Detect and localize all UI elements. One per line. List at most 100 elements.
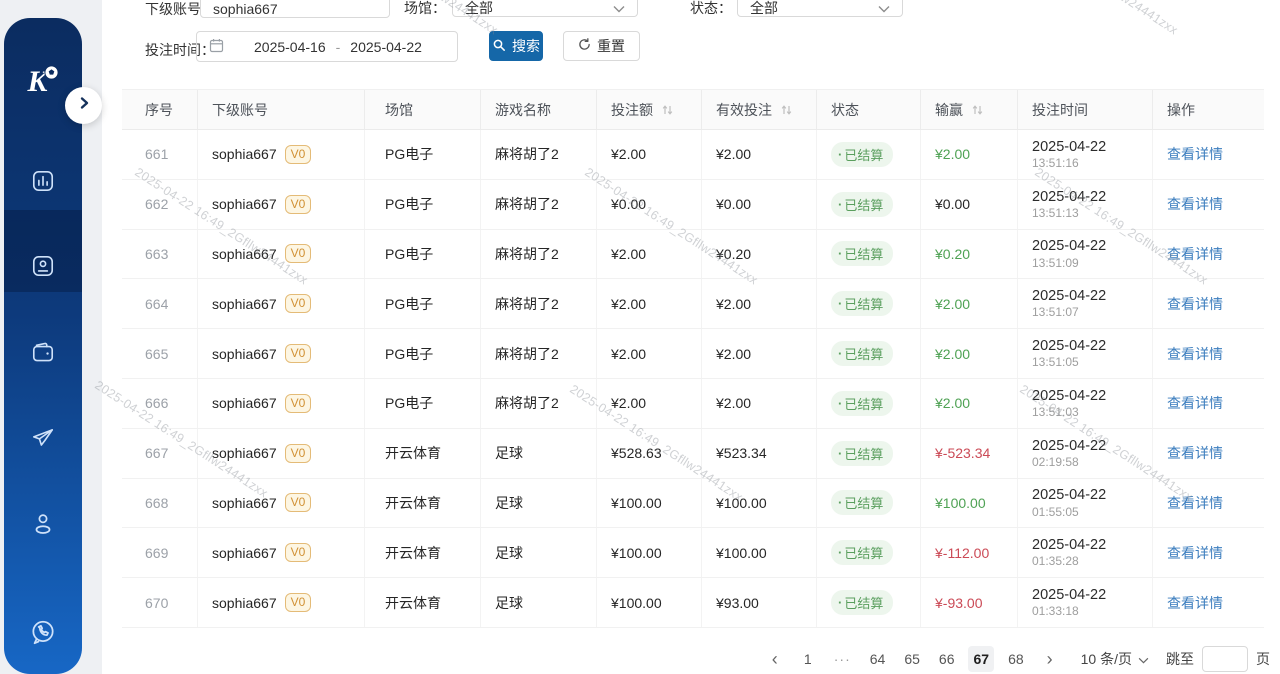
vip-level-badge: V0 (285, 543, 312, 562)
venue-select-value: 全部 (465, 0, 493, 18)
account-input-value: sophia667 (213, 1, 278, 17)
bet-amount-cell: ¥100.00 (597, 479, 702, 528)
table-row: 667sophia667V0开云体育足球¥528.63¥523.34已结算¥-5… (122, 429, 1264, 479)
jump-page-input[interactable] (1202, 646, 1248, 672)
view-details-link[interactable]: 查看详情 (1167, 194, 1223, 214)
account-name: sophia667 (212, 445, 277, 461)
win-loss-cell: ¥2.00 (921, 130, 1018, 179)
content-panel: 下级账号： sophia667 场馆： 全部 状态： 全部 投注时间： 2025… (102, 0, 1280, 674)
sidebar-item-support[interactable] (4, 620, 82, 648)
sidebar-item-promo[interactable] (4, 426, 82, 454)
game-cell: 麻将胡了2 (481, 230, 597, 279)
column-header: 下级账号 (198, 90, 365, 129)
bet-time: 2025-04-2202:19:58 (1032, 437, 1106, 470)
column-header[interactable]: 有效投注 (702, 90, 817, 129)
action-cell: 查看详情 (1153, 479, 1264, 528)
venue-select[interactable]: 全部 (452, 0, 638, 17)
search-button[interactable]: 搜索 (489, 31, 543, 61)
sidebar-item-profile[interactable] (4, 512, 82, 540)
bet-time: 2025-04-2213:51:07 (1032, 287, 1106, 320)
sort-icon[interactable] (661, 103, 674, 117)
bet-amount-cell: ¥0.00 (597, 180, 702, 229)
page-number-1[interactable]: 1 (796, 646, 820, 672)
status-select[interactable]: 全部 (737, 0, 903, 17)
page-number-66[interactable]: 66 (934, 646, 960, 672)
sidebar-item-users[interactable] (4, 254, 82, 282)
venue-cell: 开云体育 (365, 479, 481, 528)
column-header[interactable]: 输赢 (921, 90, 1018, 129)
vip-level-badge: V0 (285, 294, 312, 313)
view-details-link[interactable]: 查看详情 (1167, 593, 1223, 613)
row-number: 665 (122, 329, 198, 378)
win-loss-value: ¥-93.00 (935, 595, 982, 611)
view-details-link[interactable]: 查看详情 (1167, 393, 1223, 413)
valid-bet-cell: ¥0.00 (702, 180, 817, 229)
view-details-link[interactable]: 查看详情 (1167, 144, 1223, 164)
next-page-button[interactable]: › (1038, 646, 1062, 672)
table-row: 665sophia667V0PG电子麻将胡了2¥2.00¥2.00已结算¥2.0… (122, 329, 1264, 379)
account-input[interactable]: sophia667 (200, 0, 390, 18)
reset-icon (578, 38, 591, 54)
date-start-value[interactable]: 2025-04-16 (254, 39, 326, 55)
page-number-67[interactable]: 67 (968, 646, 994, 672)
bet-time-cell: 2025-04-2213:51:03 (1018, 379, 1153, 428)
action-cell: 查看详情 (1153, 379, 1264, 428)
bets-table: 序号下级账号场馆游戏名称投注额有效投注状态输赢投注时间操作 661sophia6… (122, 89, 1264, 628)
search-button-label: 搜索 (512, 36, 540, 56)
bet-amount-cell: ¥2.00 (597, 130, 702, 179)
view-details-link[interactable]: 查看详情 (1167, 543, 1223, 563)
reset-button[interactable]: 重置 (563, 31, 640, 61)
table-row: 662sophia667V0PG电子麻将胡了2¥0.00¥0.00已结算¥0.0… (122, 180, 1264, 230)
view-details-link[interactable]: 查看详情 (1167, 294, 1223, 314)
status-cell: 已结算 (817, 578, 921, 627)
date-range-picker[interactable]: 2025-04-16 - 2025-04-22 (196, 31, 458, 62)
view-details-link[interactable]: 查看详情 (1167, 244, 1223, 264)
page-size-select[interactable]: 10 条/页 (1081, 649, 1149, 669)
page-number-65[interactable]: 65 (899, 646, 925, 672)
sort-icon[interactable] (780, 103, 793, 117)
bet-time: 2025-04-2201:55:05 (1032, 486, 1106, 519)
status-cell: 已结算 (817, 279, 921, 328)
win-loss-cell: ¥-523.34 (921, 429, 1018, 478)
account-cell: sophia667V0 (198, 180, 365, 229)
soccer-ball-icon (44, 54, 59, 88)
view-details-link[interactable]: 查看详情 (1167, 443, 1223, 463)
sidebar-item-stats[interactable] (4, 169, 82, 197)
status-badge: 已结算 (831, 490, 893, 515)
table-header-row: 序号下级账号场馆游戏名称投注额有效投注状态输赢投注时间操作 (122, 89, 1264, 130)
column-header[interactable]: 投注额 (597, 90, 702, 129)
bet-time: 2025-04-2213:51:03 (1032, 387, 1106, 420)
win-loss-cell: ¥0.00 (921, 180, 1018, 229)
table-row: 668sophia667V0开云体育足球¥100.00¥100.00已结算¥10… (122, 479, 1264, 529)
view-details-link[interactable]: 查看详情 (1167, 493, 1223, 513)
page-number-64[interactable]: 64 (865, 646, 891, 672)
prev-page-button[interactable]: ‹ (763, 646, 787, 672)
table-row: 669sophia667V0开云体育足球¥100.00¥100.00已结算¥-1… (122, 528, 1264, 578)
account-cell: sophia667V0 (198, 429, 365, 478)
game-cell: 足球 (481, 528, 597, 577)
page-number-68[interactable]: 68 (1003, 646, 1029, 672)
page-size-value: 10 条/页 (1081, 649, 1132, 669)
jump-suffix-label: 页 (1256, 649, 1270, 669)
sidebar-expand-button[interactable] (65, 87, 102, 124)
sidebar-item-wallet[interactable] (4, 341, 82, 369)
valid-bet-cell: ¥2.00 (702, 329, 817, 378)
sort-icon[interactable] (971, 103, 984, 117)
bet-time-cell: 2025-04-2213:51:13 (1018, 180, 1153, 229)
page: K 下级账号： sophia667 场馆： 全部 状态： 全部 投注时间： 20… (0, 0, 1280, 674)
win-loss-cell: ¥100.00 (921, 479, 1018, 528)
jump-to-label: 跳至 (1166, 649, 1194, 669)
account-name: sophia667 (212, 196, 277, 212)
table-row: 661sophia667V0PG电子麻将胡了2¥2.00¥2.00已结算¥2.0… (122, 130, 1264, 180)
bet-amount-cell: ¥100.00 (597, 528, 702, 577)
status-badge: 已结算 (831, 341, 893, 366)
status-badge: 已结算 (831, 391, 893, 416)
bet-time: 2025-04-2201:35:28 (1032, 536, 1106, 569)
row-number: 667 (122, 429, 198, 478)
chevron-down-icon (878, 0, 890, 16)
chevron-down-icon (1138, 651, 1149, 667)
column-header: 状态 (817, 90, 921, 129)
date-end-value[interactable]: 2025-04-22 (350, 39, 422, 55)
valid-bet-cell: ¥93.00 (702, 578, 817, 627)
view-details-link[interactable]: 查看详情 (1167, 344, 1223, 364)
